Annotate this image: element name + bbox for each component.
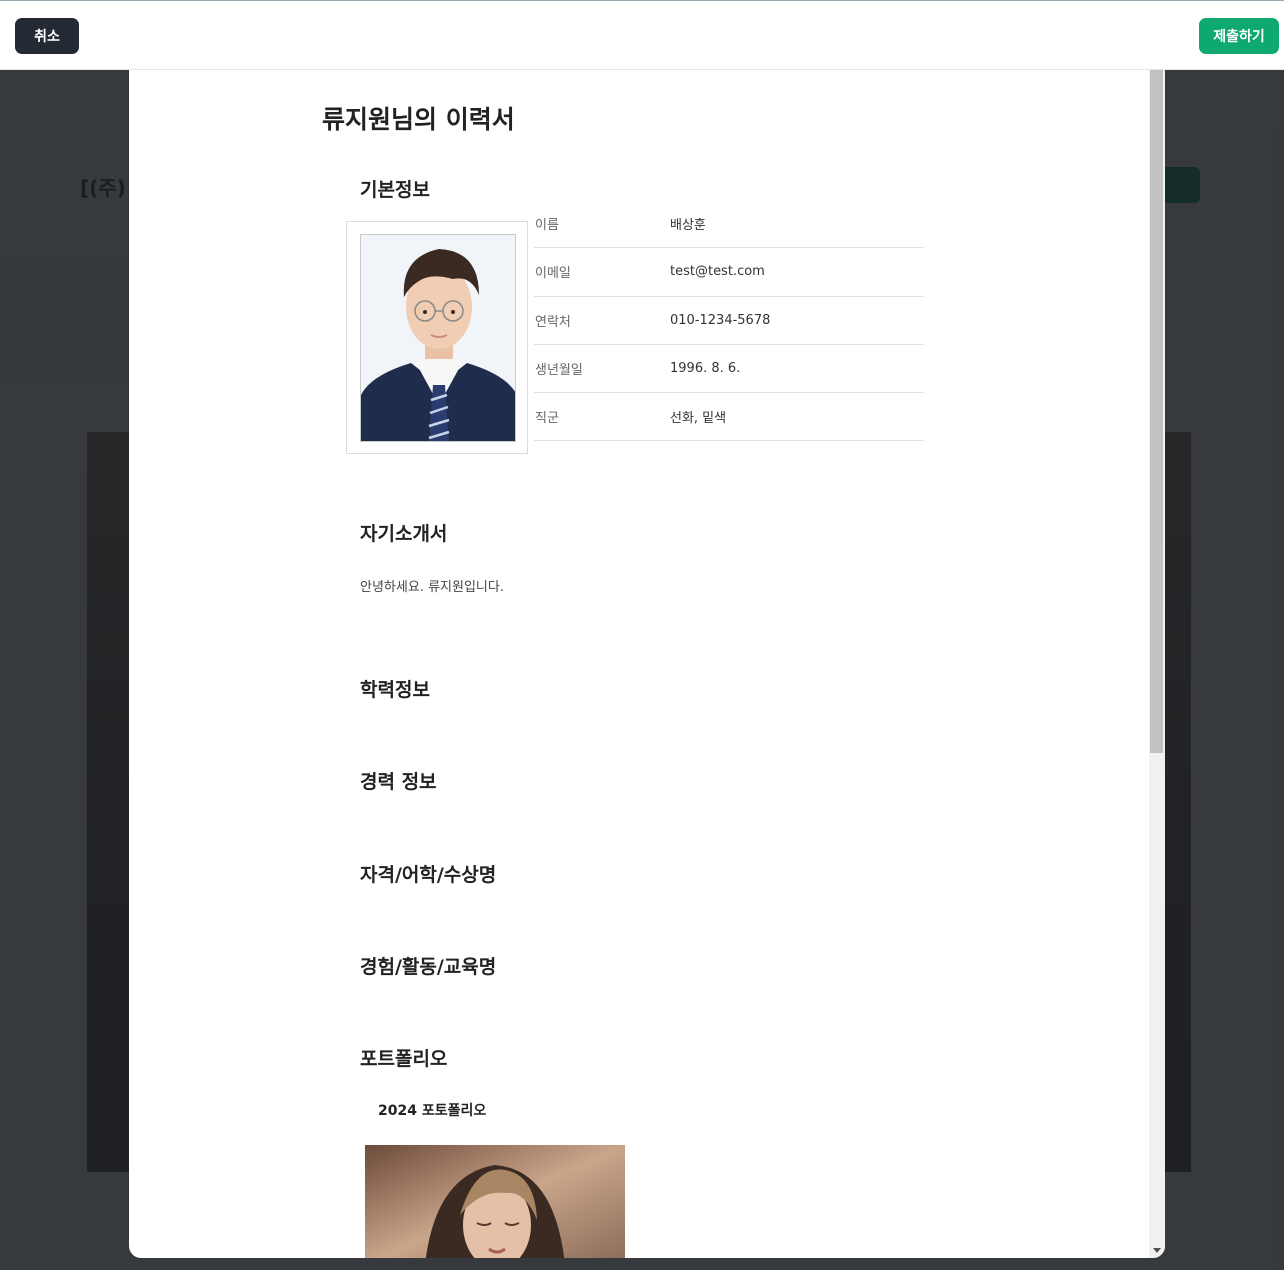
- basic-info-table: 이름 배상훈 이메일 test@test.com 연락처 010-1234-56…: [534, 200, 924, 442]
- modal-scrollbar[interactable]: [1149, 70, 1165, 1258]
- info-row-birthdate: 생년월일 1996. 8. 6.: [534, 345, 924, 394]
- career-heading: 경력 정보: [360, 771, 437, 793]
- info-label: 연락처: [535, 314, 571, 330]
- info-value: 배상훈: [670, 218, 706, 234]
- top-action-bar: 취소 제출하기: [0, 0, 1284, 70]
- resume-modal: 류지원님의 이력서 기본정보 이름 배상훈 이메일 test@test.com …: [129, 70, 1165, 1258]
- scrollbar-thumb[interactable]: [1150, 70, 1163, 753]
- info-label: 생년월일: [535, 363, 583, 379]
- submit-button[interactable]: 제출하기: [1199, 18, 1279, 54]
- education-heading: 학력정보: [360, 679, 430, 701]
- portfolio-heading: 포트폴리오: [360, 1048, 448, 1070]
- basic-info-heading: 기본정보: [360, 179, 430, 201]
- info-value: 010-1234-5678: [670, 312, 771, 328]
- cancel-button[interactable]: 취소: [15, 18, 79, 54]
- info-row-phone: 연락처 010-1234-5678: [534, 297, 924, 345]
- info-label: 이름: [535, 218, 559, 234]
- info-value: 1996. 8. 6.: [670, 361, 741, 377]
- self-intro-text: 안녕하세요. 류지원입니다.: [360, 580, 504, 595]
- profile-photo: [360, 234, 516, 442]
- info-row-name: 이름 배상훈: [534, 200, 924, 249]
- activities-heading: 경험/활동/교육명: [360, 956, 497, 978]
- portfolio-item-name: 2024 포토폴리오: [378, 1103, 487, 1119]
- profile-photo-frame: [346, 221, 528, 454]
- resume-title: 류지원님의 이력서: [322, 105, 515, 134]
- self-intro-heading: 자기소개서: [360, 523, 448, 545]
- info-value: test@test.com: [670, 264, 765, 280]
- info-row-email: 이메일 test@test.com: [534, 248, 924, 297]
- info-label: 직군: [535, 411, 559, 427]
- info-label: 이메일: [535, 266, 571, 282]
- certificates-heading: 자격/어학/수상명: [360, 864, 497, 886]
- info-value: 선화, 밑색: [670, 411, 727, 427]
- info-row-job-group: 직군 선화, 밑색: [534, 393, 924, 442]
- portfolio-image[interactable]: [365, 1145, 625, 1258]
- scroll-down-arrow-icon[interactable]: [1153, 1248, 1161, 1253]
